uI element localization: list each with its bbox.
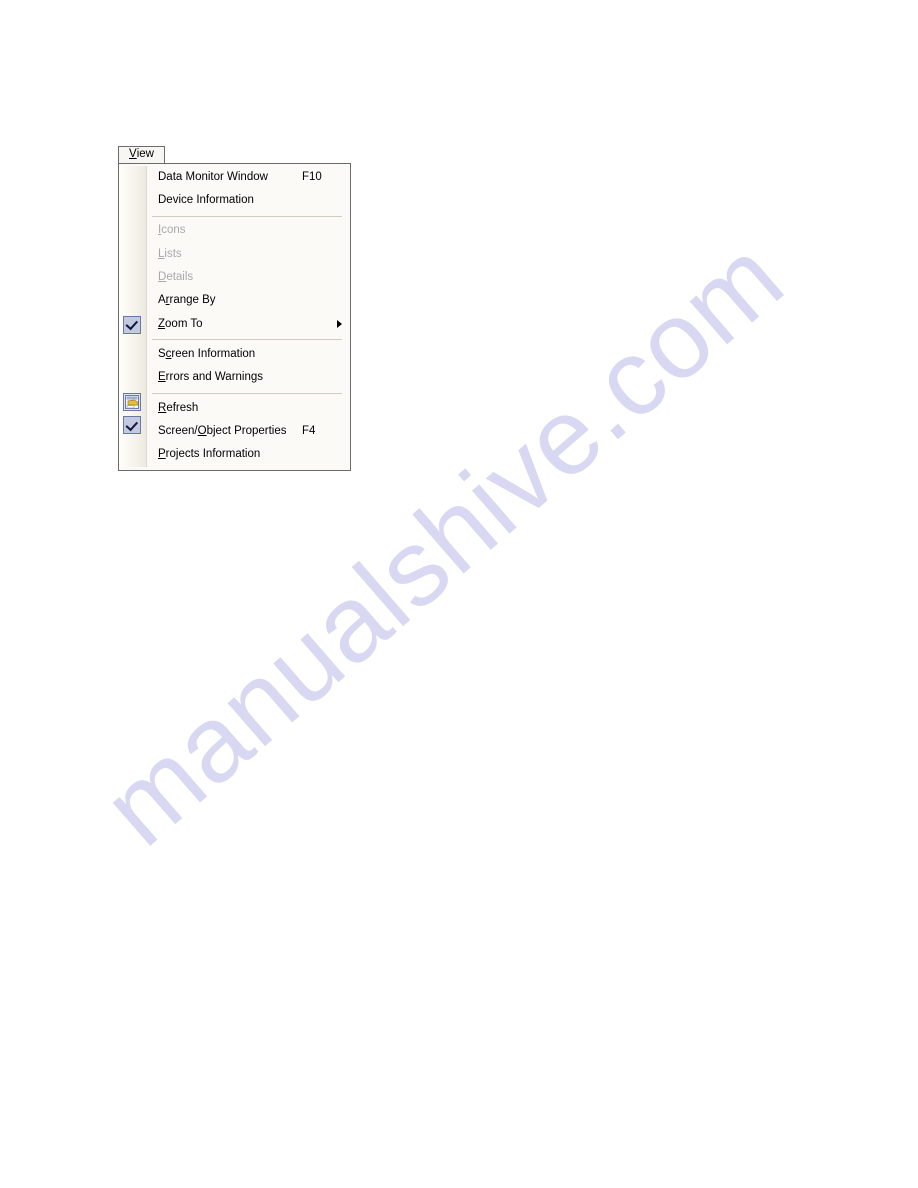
menubar-tab-view[interactable]: View [118, 146, 165, 164]
menu-item-label: Refresh [158, 401, 199, 414]
menu-gutter [119, 166, 146, 467]
menu-separator [152, 215, 342, 217]
menu-item-label: Arrange By [158, 294, 216, 307]
menu-item-refresh[interactable]: Refresh [147, 397, 350, 420]
menu-item-projects-information[interactable]: Projects Information [147, 443, 350, 466]
menu-item-errors-and-warnings[interactable]: Errors and Warnings [147, 366, 350, 389]
menu-separator [152, 339, 342, 341]
menu-item-screen-information[interactable]: Screen Information [147, 343, 350, 366]
menu-separator [152, 392, 342, 394]
menu-item-arrange-by[interactable]: Arrange By [147, 289, 350, 312]
menu-item-icons: Icons [147, 220, 350, 243]
menu-item-details: Details [147, 266, 350, 289]
menu-item-device-information[interactable]: Device Information [147, 189, 350, 212]
menu-item-data-monitor-window[interactable]: Data Monitor Window F10 [147, 166, 350, 189]
menu-item-list: Data Monitor Window F10 Device Informati… [146, 166, 350, 467]
menubar-tab-view-accel: V [129, 148, 137, 161]
checkmark-glyph [124, 317, 138, 331]
menu-item-lists: Lists [147, 243, 350, 266]
menu-item-label: Screen/Object Properties [158, 424, 287, 437]
view-dropdown-menu: Data Monitor Window F10 Device Informati… [118, 163, 351, 471]
menu-item-zoom-to[interactable]: Zoom To [147, 313, 350, 336]
menu-item-shortcut: F4 [302, 424, 316, 437]
properties-window-icon-glyph [125, 394, 139, 409]
checkmark-glyph [124, 417, 138, 431]
checkmark-icon[interactable] [123, 315, 141, 334]
submenu-arrow-icon [337, 320, 342, 329]
menu-item-label: Projects Information [158, 448, 261, 461]
menu-item-label: Icons [158, 224, 186, 237]
menu-item-label: Screen Information [158, 347, 256, 360]
menu-item-screen-object-properties[interactable]: Screen/Object Properties F4 [147, 420, 350, 443]
menu-item-label: Details [158, 271, 194, 284]
menu-item-shortcut: F10 [302, 170, 322, 183]
menu-item-label: Zoom To [158, 317, 203, 330]
menu-item-label: Device Information [158, 194, 254, 207]
menu-item-label: Lists [158, 247, 182, 260]
menubar-tab-view-label: iew [136, 148, 154, 161]
menu-item-label: Data Monitor Window [158, 170, 268, 183]
checkmark-icon[interactable] [123, 416, 141, 434]
properties-window-icon[interactable] [123, 392, 141, 411]
menu-item-label: Errors and Warnings [158, 371, 264, 384]
